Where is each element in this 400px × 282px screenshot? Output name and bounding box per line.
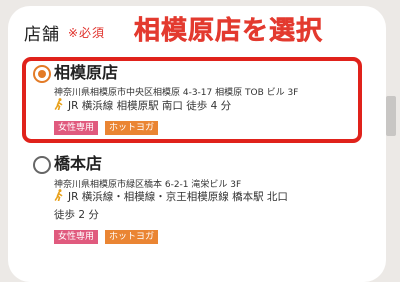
store-access: JR 横浜線・相模線・京王相模原線 橋本駅 北口 徒歩 2 分 bbox=[54, 188, 288, 224]
store-name: 橋本店 bbox=[54, 154, 103, 173]
required-badge: ※必須 bbox=[68, 26, 106, 40]
scrollbar-thumb[interactable] bbox=[386, 96, 396, 136]
tag-hot-yoga: ホットヨガ bbox=[105, 230, 159, 244]
store-field-label: 店舗 bbox=[24, 25, 60, 45]
callout-annotation: 相模原店を選択 bbox=[134, 16, 324, 47]
store-access-walk: 徒歩 2 分 bbox=[54, 209, 99, 221]
store-access-text: JR 横浜線・相模線・京王相模原線 橋本駅 北口 bbox=[68, 191, 288, 203]
selection-highlight bbox=[22, 57, 362, 143]
tag-women-only: 女性専用 bbox=[54, 230, 99, 244]
radio-hashimoto[interactable] bbox=[33, 156, 51, 174]
store-option-hashimoto[interactable]: 橋本店 神奈川県相模原市緑区橋本 6-2-1 滝栄ビル 3F JR 横浜線・相模… bbox=[24, 150, 364, 245]
walk-icon bbox=[54, 189, 64, 201]
